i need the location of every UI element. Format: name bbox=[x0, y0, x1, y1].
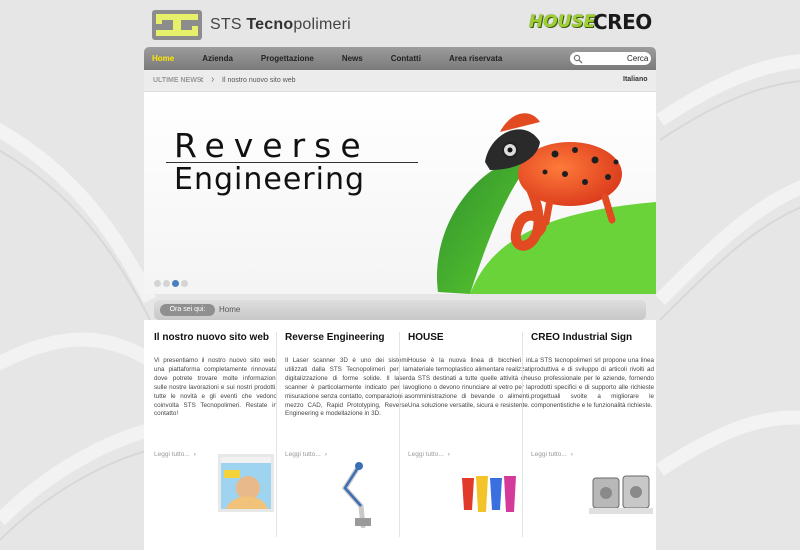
logo-rest: polimeri bbox=[293, 16, 351, 33]
slider-dot-2[interactable] bbox=[163, 280, 170, 287]
main-navigation: Home Azienda Progettazione News Contatti… bbox=[144, 47, 656, 70]
hero-slider[interactable]: Reverse Engineering bbox=[144, 92, 656, 294]
logo-wordmark: STS Tecnopolimeri bbox=[210, 16, 351, 34]
read-more-label: Leggi tutto... bbox=[285, 451, 321, 458]
news-column-2: Reverse Engineering Il Laser scanner 3D … bbox=[285, 332, 408, 550]
ticker-next-icon[interactable]: › bbox=[211, 74, 214, 85]
read-more-label: Leggi tutto... bbox=[408, 451, 444, 458]
ticker-news-link[interactable]: Il nostro nuovo sito web bbox=[222, 77, 296, 84]
website-thumbnail-image[interactable] bbox=[218, 454, 274, 512]
column-body: Il Laser scanner 3D è uno dei sistemi ut… bbox=[285, 357, 408, 418]
column-title[interactable]: Reverse Engineering bbox=[285, 332, 408, 343]
nav-item-azienda[interactable]: Azienda bbox=[202, 54, 233, 63]
industrial-parts-image[interactable] bbox=[589, 470, 653, 516]
column-title[interactable]: CREO Industrial Sign bbox=[531, 332, 654, 343]
ticker-label: ULTIME NEWS: bbox=[153, 77, 204, 84]
column-divider bbox=[399, 332, 400, 537]
nav-items: Home Azienda Progettazione News Contatti… bbox=[152, 47, 530, 70]
column-divider bbox=[276, 332, 277, 537]
breadcrumb: Ora sei qui: Home bbox=[154, 300, 646, 320]
logo-name: STS bbox=[210, 16, 242, 33]
chevron-right-icon: › bbox=[570, 451, 573, 458]
hero-title-line1: Reverse bbox=[174, 126, 370, 165]
creo-brand-logo[interactable]: CREO bbox=[593, 10, 652, 34]
read-more-link[interactable]: Leggi tutto... › bbox=[531, 451, 573, 458]
column-divider bbox=[522, 332, 523, 537]
nav-item-news[interactable]: News bbox=[342, 54, 363, 63]
nav-item-progettazione[interactable]: Progettazione bbox=[261, 54, 314, 63]
nav-item-home[interactable]: Home bbox=[152, 54, 174, 63]
read-more-link[interactable]: Leggi tutto... › bbox=[154, 451, 196, 458]
nav-item-area-riservata[interactable]: Area riservata bbox=[449, 54, 502, 63]
read-more-label: Leggi tutto... bbox=[154, 451, 190, 458]
breadcrumb-home-link[interactable]: Home bbox=[219, 305, 240, 314]
news-ticker: ULTIME NEWS: ‹ › Il nostro nuovo sito we… bbox=[144, 70, 656, 92]
ticker-prev-icon[interactable]: ‹ bbox=[200, 74, 203, 85]
slider-dot-4[interactable] bbox=[181, 280, 188, 287]
read-more-link[interactable]: Leggi tutto... › bbox=[408, 451, 450, 458]
slider-dot-1[interactable] bbox=[154, 280, 161, 287]
read-more-label: Leggi tutto... bbox=[531, 451, 567, 458]
colored-cups-image[interactable] bbox=[460, 474, 522, 514]
column-title[interactable]: Il nostro nuovo sito web bbox=[154, 332, 277, 343]
laser-scanner-arm-image[interactable] bbox=[335, 458, 391, 528]
chevron-right-icon: › bbox=[193, 451, 196, 458]
news-column-4: CREO Industrial Sign La STS tecnopolimer… bbox=[531, 332, 654, 550]
slider-dot-3[interactable] bbox=[172, 280, 179, 287]
house-brand-logo[interactable]: HOUSE bbox=[529, 12, 595, 32]
search-input[interactable] bbox=[583, 53, 621, 64]
site-header: STS Tecnopolimeri HOUSE CREO bbox=[144, 0, 656, 46]
search-button[interactable]: Cerca bbox=[627, 54, 648, 63]
breadcrumb-label: Ora sei qui: bbox=[160, 304, 215, 316]
news-column-1: Il nostro nuovo sito web Vi presentiamo … bbox=[154, 332, 277, 550]
news-column-3: HOUSE House è la nuova linea di bicchier… bbox=[408, 332, 531, 550]
column-title[interactable]: HOUSE bbox=[408, 332, 531, 343]
chameleon-image bbox=[436, 113, 656, 294]
column-body: House è la nuova linea di bicchieri in m… bbox=[408, 357, 531, 409]
language-selector[interactable]: Italiano bbox=[623, 76, 648, 83]
logo-bold: Tecno bbox=[246, 16, 294, 33]
search-box: Cerca bbox=[570, 52, 651, 65]
nav-item-contatti[interactable]: Contatti bbox=[391, 54, 421, 63]
slider-dots bbox=[154, 280, 190, 287]
hero-title-line2: Engineering bbox=[174, 162, 365, 197]
chevron-right-icon: › bbox=[324, 451, 327, 458]
sts-logo[interactable]: STS Tecnopolimeri bbox=[152, 10, 351, 40]
read-more-link[interactable]: Leggi tutto... › bbox=[285, 451, 327, 458]
content-area: Il nostro nuovo sito web Vi presentiamo … bbox=[144, 320, 656, 550]
search-icon bbox=[573, 54, 583, 63]
column-body: La STS tecnopolimeri srl propone una lin… bbox=[531, 357, 654, 409]
sts-logo-mark-icon bbox=[152, 10, 202, 40]
column-body: Vi presentiamo il nostro nuovo sito web,… bbox=[154, 357, 277, 418]
chevron-right-icon: › bbox=[447, 451, 450, 458]
